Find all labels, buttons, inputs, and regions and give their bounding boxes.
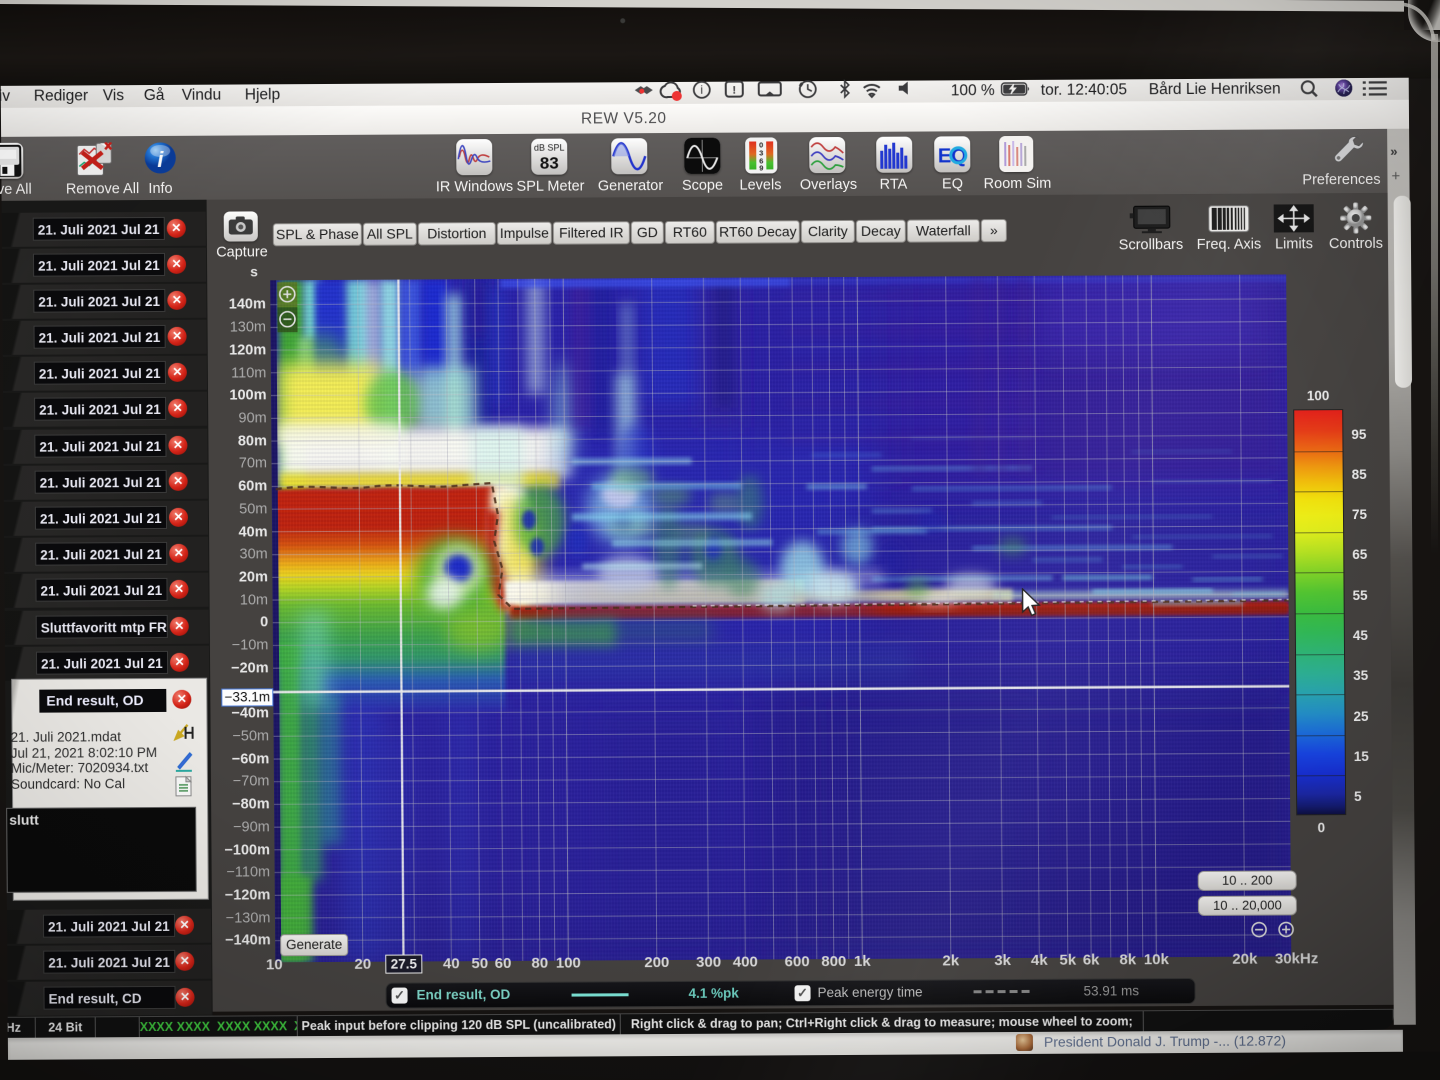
svg-text:83: 83 — [540, 154, 559, 173]
svg-text:9: 9 — [759, 163, 763, 172]
svg-text:i: i — [700, 83, 703, 97]
svg-text:dB SPL: dB SPL — [534, 143, 565, 153]
svg-text:i: i — [157, 147, 164, 172]
svg-text:!: ! — [732, 85, 736, 97]
